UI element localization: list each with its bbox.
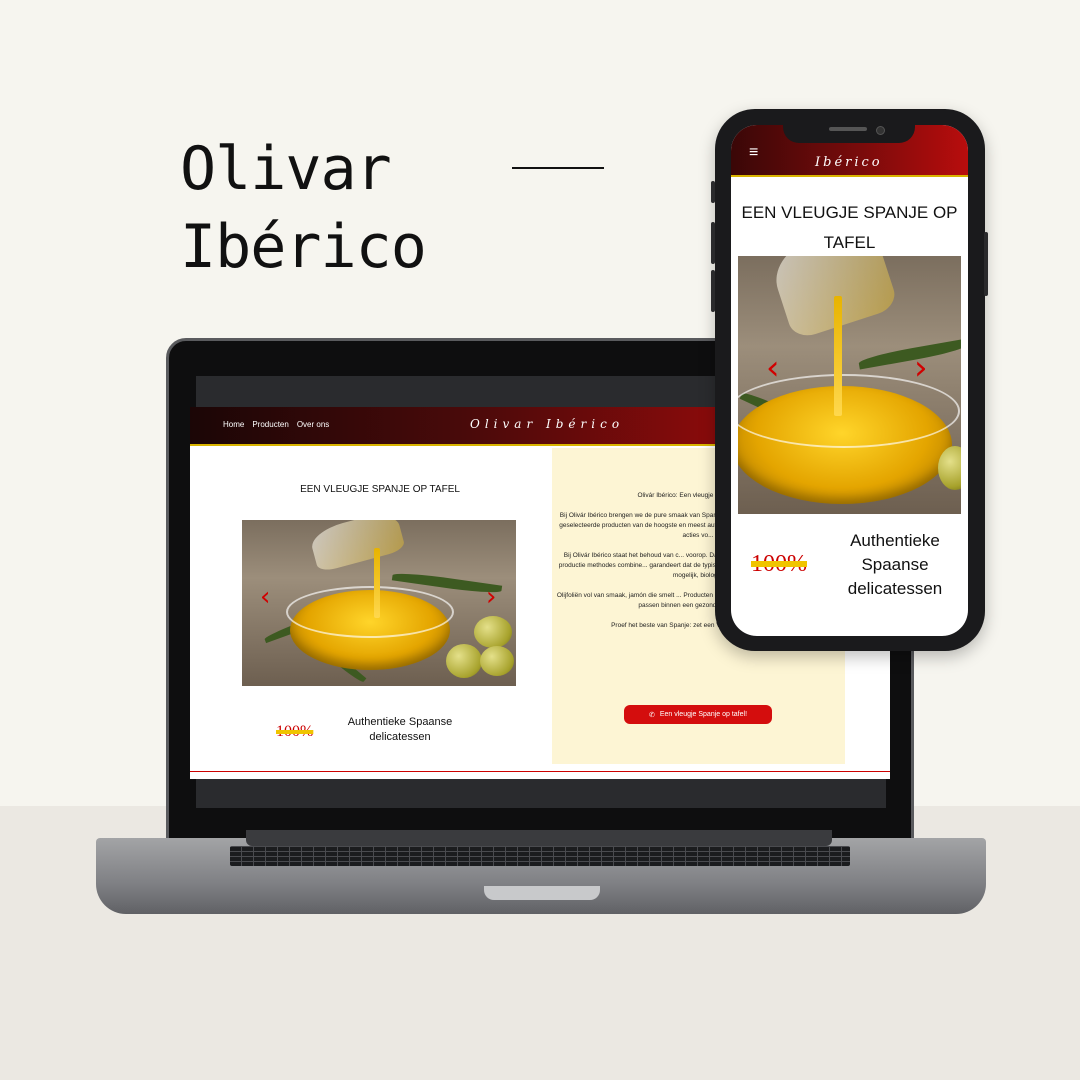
cta-label: Een vleugje Spanje op tafel! <box>659 711 748 718</box>
nav-link-producten[interactable]: Producten <box>252 420 288 429</box>
desktop-carousel: ‹ › <box>242 520 516 686</box>
phone-power-button <box>984 232 988 296</box>
brand-title-line2: Ibérico <box>180 212 427 282</box>
mobile-heading: EEN VLEUGJE SPANJE OP TAFEL <box>741 203 958 252</box>
mobile-stat-label: Authentieke Spaanse delicatessen <box>847 531 943 598</box>
carousel-prev-icon[interactable]: ‹ <box>766 348 780 388</box>
laptop-keyboard <box>230 846 850 866</box>
phone-mute-switch <box>711 181 715 203</box>
phone-volume-up <box>711 222 715 264</box>
desktop-logo[interactable]: Olivar Ibérico <box>470 417 624 431</box>
mobile-logo[interactable]: Ibérico <box>815 155 883 170</box>
brand-divider <box>512 167 604 169</box>
olive-oil-photo <box>242 520 516 686</box>
laptop-trackpad <box>484 886 600 900</box>
brand-title: Olivar Ibérico <box>180 130 427 286</box>
nav-link-over-ons[interactable]: Over ons <box>297 420 329 429</box>
brand-title-line1: Olivar <box>180 134 392 204</box>
desktop-heading: EEN VLEUGJE SPANJE OP TAFEL <box>300 484 460 495</box>
carousel-next-icon[interactable]: › <box>486 582 496 612</box>
phone-camera <box>876 126 885 135</box>
desktop-footer-line <box>190 771 890 772</box>
hamburger-menu-icon[interactable]: ≡ <box>749 145 758 161</box>
phone-icon: ✆ <box>648 711 655 719</box>
laptop-hinge <box>246 830 832 846</box>
mobile-stat-value: 100% <box>751 551 807 577</box>
desktop-stat-label: Authentieke Spaanse delicatessen <box>347 716 453 743</box>
desktop-nav-links: Home Producten Over ons <box>223 420 329 429</box>
nav-link-home[interactable]: Home <box>223 420 244 429</box>
cta-button[interactable]: ✆ Een vleugje Spanje op tafel! <box>624 705 772 724</box>
phone-volume-down <box>711 270 715 312</box>
carousel-prev-icon[interactable]: ‹ <box>260 582 270 612</box>
desktop-hero-left: EEN VLEUGJE SPANJE OP TAFEL ‹ › 100% Aut… <box>190 446 550 776</box>
mobile-website: ≡ Ibérico EEN VLEUGJE SPANJE OP TAFEL ‹ … <box>731 125 968 636</box>
carousel-next-icon[interactable]: › <box>914 348 928 388</box>
phone-speaker <box>829 127 867 131</box>
mobile-carousel: ‹ › <box>738 256 961 514</box>
desktop-stat-value: 100% <box>276 723 314 740</box>
phone-notch <box>783 119 915 143</box>
